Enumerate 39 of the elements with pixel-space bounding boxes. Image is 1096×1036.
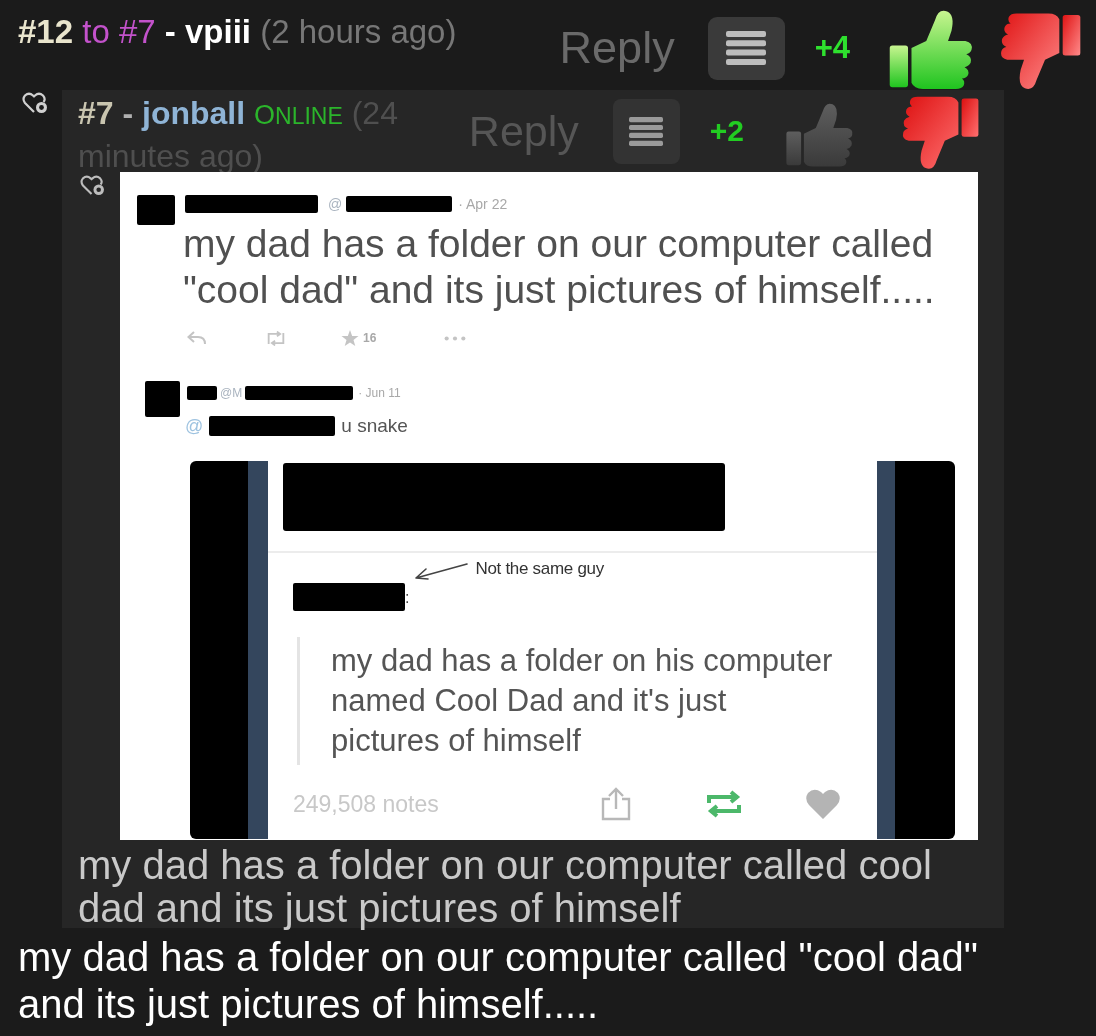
tweet-text: u snake xyxy=(341,415,408,437)
reply-button[interactable]: Reply xyxy=(559,22,675,74)
redaction-bar xyxy=(187,386,217,400)
heart-link-icon[interactable] xyxy=(80,175,105,196)
author-name[interactable]: vpiii xyxy=(185,13,251,50)
annotation-text: Not the same guy xyxy=(475,559,604,579)
quote-text: my dad has a folder on his computer named Cool Dad and it's just pictures of himself xyxy=(331,642,834,760)
vote-score: +4 xyxy=(814,30,850,66)
mention-handle: @ xyxy=(185,415,204,437)
heart-icon xyxy=(804,788,841,820)
tweet-date: · Jun 11 xyxy=(358,386,401,400)
star-count: 16 xyxy=(363,331,377,345)
vote-score: +2 xyxy=(709,114,744,148)
menu-icon xyxy=(726,31,767,65)
redaction-bar xyxy=(137,195,175,225)
comment-number: #12 xyxy=(18,13,74,50)
menu-icon xyxy=(629,116,664,146)
separator-text: - xyxy=(164,13,176,50)
redaction-bar xyxy=(145,381,180,417)
author-name[interactable]: jonball xyxy=(142,95,246,131)
more-icon xyxy=(444,335,467,341)
user-handle: @M xyxy=(220,386,243,400)
menu-button[interactable] xyxy=(612,98,680,164)
annotation-arrow xyxy=(413,561,470,581)
colon-text: : xyxy=(405,589,410,607)
heart-link-icon[interactable] xyxy=(22,92,48,114)
tweet-text: my dad has a folder on our computer called "cool dad" and its just pictures of himself..... xyxy=(183,221,936,313)
share-icon xyxy=(600,787,631,821)
menu-button[interactable] xyxy=(707,16,785,80)
reply-to-link[interactable]: to #7 xyxy=(82,13,156,50)
reblog-icon xyxy=(705,790,742,818)
retweet-icon xyxy=(265,330,287,346)
reply-icon xyxy=(187,331,207,345)
comment-text: my dad has a folder on our computer called cool dad and its just pictures of himself xyxy=(78,844,933,930)
star-icon xyxy=(341,329,359,347)
user-handle: @ xyxy=(328,196,343,212)
comment-text: my dad has a folder on our computer called "cool dad" and its just pictures of himself..... xyxy=(17,934,980,1028)
tweet-date: · Apr 22 xyxy=(458,196,508,212)
timestamp: (2 hours ago) xyxy=(260,13,457,50)
